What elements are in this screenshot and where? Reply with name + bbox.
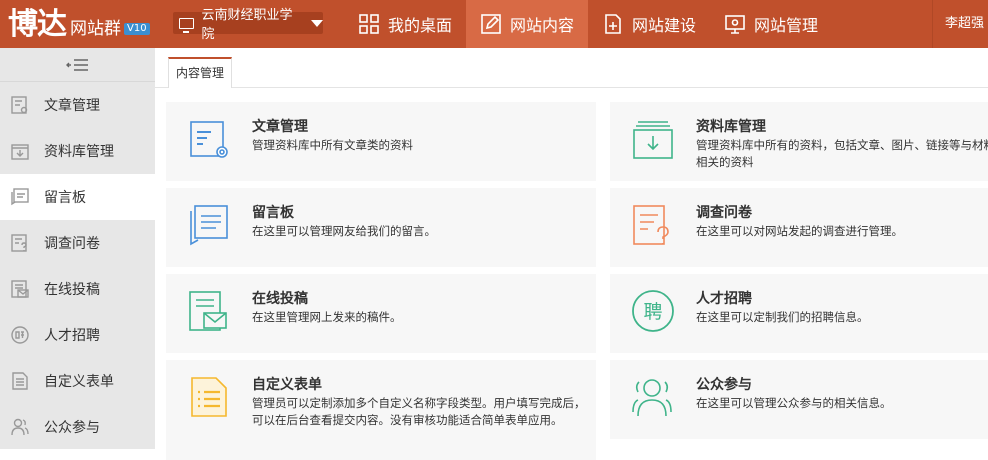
- form-icon: [12, 372, 28, 390]
- article-icon: [11, 96, 28, 114]
- card-title: 调查问卷: [696, 205, 752, 221]
- card-survey[interactable]: 调查问卷 在这里可以对网站发起的调查进行管理。: [610, 188, 988, 267]
- sidebar-item-label: 人才招聘: [44, 328, 100, 344]
- sidebar: 文章管理 资料库管理 留言板 调查问卷 在线投稿 人才招聘 自定义表单 公众参与: [0, 48, 155, 449]
- sidebar-item-recruit[interactable]: 人才招聘: [0, 312, 155, 358]
- card-title: 在线投稿: [252, 291, 308, 307]
- card-library[interactable]: 资料库管理 管理资料库中所有的资料，包括文章、图片、链接等与材料相关的资料: [610, 102, 988, 181]
- message-board-icon: [190, 205, 228, 246]
- sidebar-item-library[interactable]: 资料库管理: [0, 128, 155, 174]
- recruit-circle-icon: 聘: [632, 290, 674, 332]
- sidebar-item-label: 公众参与: [44, 420, 100, 436]
- sidebar-item-label: 留言板: [44, 190, 86, 206]
- svg-text:聘: 聘: [643, 301, 662, 323]
- brand-logo[interactable]: 博达 网站群 V10: [8, 4, 150, 44]
- site-select-value: 云南财经职业学院: [201, 8, 293, 42]
- user-name[interactable]: 李超强: [931, 0, 984, 48]
- survey-question-icon: [633, 205, 669, 245]
- card-custom-form[interactable]: 自定义表单 管理员可以定制添加多个自定义名称字段类型。用户填写完成后，可以在后台…: [166, 360, 596, 460]
- survey-icon: [11, 234, 27, 252]
- tab-bar: 内容管理: [155, 48, 988, 88]
- nav-site-content[interactable]: 网站内容: [466, 0, 589, 48]
- public-people-icon: [632, 379, 672, 417]
- edit-icon: [481, 14, 501, 34]
- card-article[interactable]: 文章管理 管理资料库中所有文章类的资料: [166, 102, 596, 181]
- custom-form-icon: [191, 377, 227, 417]
- sidebar-item-label: 资料库管理: [44, 144, 114, 160]
- card-title: 资料库管理: [696, 119, 766, 135]
- submission-icon: [11, 280, 29, 298]
- sidebar-item-public[interactable]: 公众参与: [0, 404, 155, 450]
- sidebar-item-submission[interactable]: 在线投稿: [0, 266, 155, 312]
- monitor-icon: [179, 17, 194, 33]
- version-badge: V10: [124, 23, 150, 35]
- brand-name: 博达: [8, 7, 67, 42]
- download-box-icon: [11, 144, 29, 160]
- submission-mail-icon: [189, 291, 227, 331]
- site-select-dropdown[interactable]: 云南财经职业学院: [173, 8, 323, 42]
- message-icon: [11, 188, 29, 206]
- collapse-menu-icon: [65, 58, 88, 71]
- card-description: 管理资料库中所有的资料，包括文章、图片、链接等与材料相关的资料: [696, 138, 988, 169]
- tab-content-manage[interactable]: 内容管理: [168, 57, 233, 88]
- top-bar: 博达 网站群 V10 云南财经职业学院 我的桌面 网站内容 网站建设 网站管理 …: [0, 0, 988, 48]
- card-description: 管理资料库中所有文章类的资料: [252, 138, 413, 152]
- nav-label: 我的桌面: [388, 16, 453, 35]
- card-recruit[interactable]: 聘 人才招聘 在这里可以定制我们的招聘信息。: [610, 274, 988, 353]
- recruit-icon: [11, 326, 29, 344]
- main-nav: 我的桌面 网站内容 网站建设 网站管理: [344, 0, 832, 48]
- sidebar-item-article[interactable]: 文章管理: [0, 82, 155, 128]
- nav-label: 网站内容: [510, 16, 575, 35]
- sidebar-item-custom-form[interactable]: 自定义表单: [0, 358, 155, 404]
- card-title: 自定义表单: [252, 377, 322, 393]
- caret-down-icon: [311, 19, 323, 27]
- card-description: 在这里可以管理网友给我们的留言。: [252, 224, 436, 238]
- nav-my-desktop[interactable]: 我的桌面: [344, 0, 466, 48]
- nav-site-manage[interactable]: 网站管理: [710, 0, 832, 48]
- card-description: 在这里可以定制我们的招聘信息。: [696, 310, 869, 324]
- card-submission[interactable]: 在线投稿 在这里管理网上发来的稿件。: [166, 274, 596, 353]
- main-content: 内容管理 文章管理 管理资料库中所有文章类的资料 资料库管理 管理资料库中所有的…: [155, 48, 988, 460]
- library-download-icon: [633, 121, 673, 159]
- brand-sub: 网站群: [70, 19, 121, 39]
- article-settings-icon: [190, 121, 228, 158]
- sidebar-item-label: 在线投稿: [44, 282, 100, 298]
- monitor-gear-icon: [725, 15, 745, 34]
- grid-icon: [359, 14, 379, 34]
- sidebar-item-label: 调查问卷: [44, 236, 100, 252]
- nav-label: 网站建设: [632, 16, 697, 35]
- sidebar-collapse-button[interactable]: [0, 48, 155, 82]
- sidebar-item-label: 自定义表单: [44, 374, 114, 390]
- card-description: 在这里管理网上发来的稿件。: [252, 310, 402, 324]
- card-message-board[interactable]: 留言板 在这里可以管理网友给我们的留言。: [166, 188, 596, 267]
- card-description: 在这里可以对网站发起的调查进行管理。: [696, 224, 903, 238]
- nav-label: 网站管理: [754, 16, 819, 35]
- card-title: 文章管理: [252, 119, 308, 135]
- card-title: 公众参与: [696, 377, 752, 393]
- sidebar-item-label: 文章管理: [44, 98, 100, 114]
- nav-site-build[interactable]: 网站建设: [588, 0, 710, 48]
- sidebar-item-message-board[interactable]: 留言板: [0, 174, 155, 220]
- card-title: 留言板: [252, 205, 294, 221]
- sidebar-item-survey[interactable]: 调查问卷: [0, 220, 155, 266]
- people-icon: [11, 418, 29, 436]
- card-public[interactable]: 公众参与 在这里可以管理公众参与的相关信息。: [610, 360, 988, 439]
- card-title: 人才招聘: [696, 291, 752, 307]
- card-description: 在这里可以管理公众参与的相关信息。: [696, 396, 892, 410]
- add-page-icon: [605, 14, 621, 34]
- card-description: 管理员可以定制添加多个自定义名称字段类型。用户填写完成后，可以在后台查看提交内容…: [252, 396, 586, 427]
